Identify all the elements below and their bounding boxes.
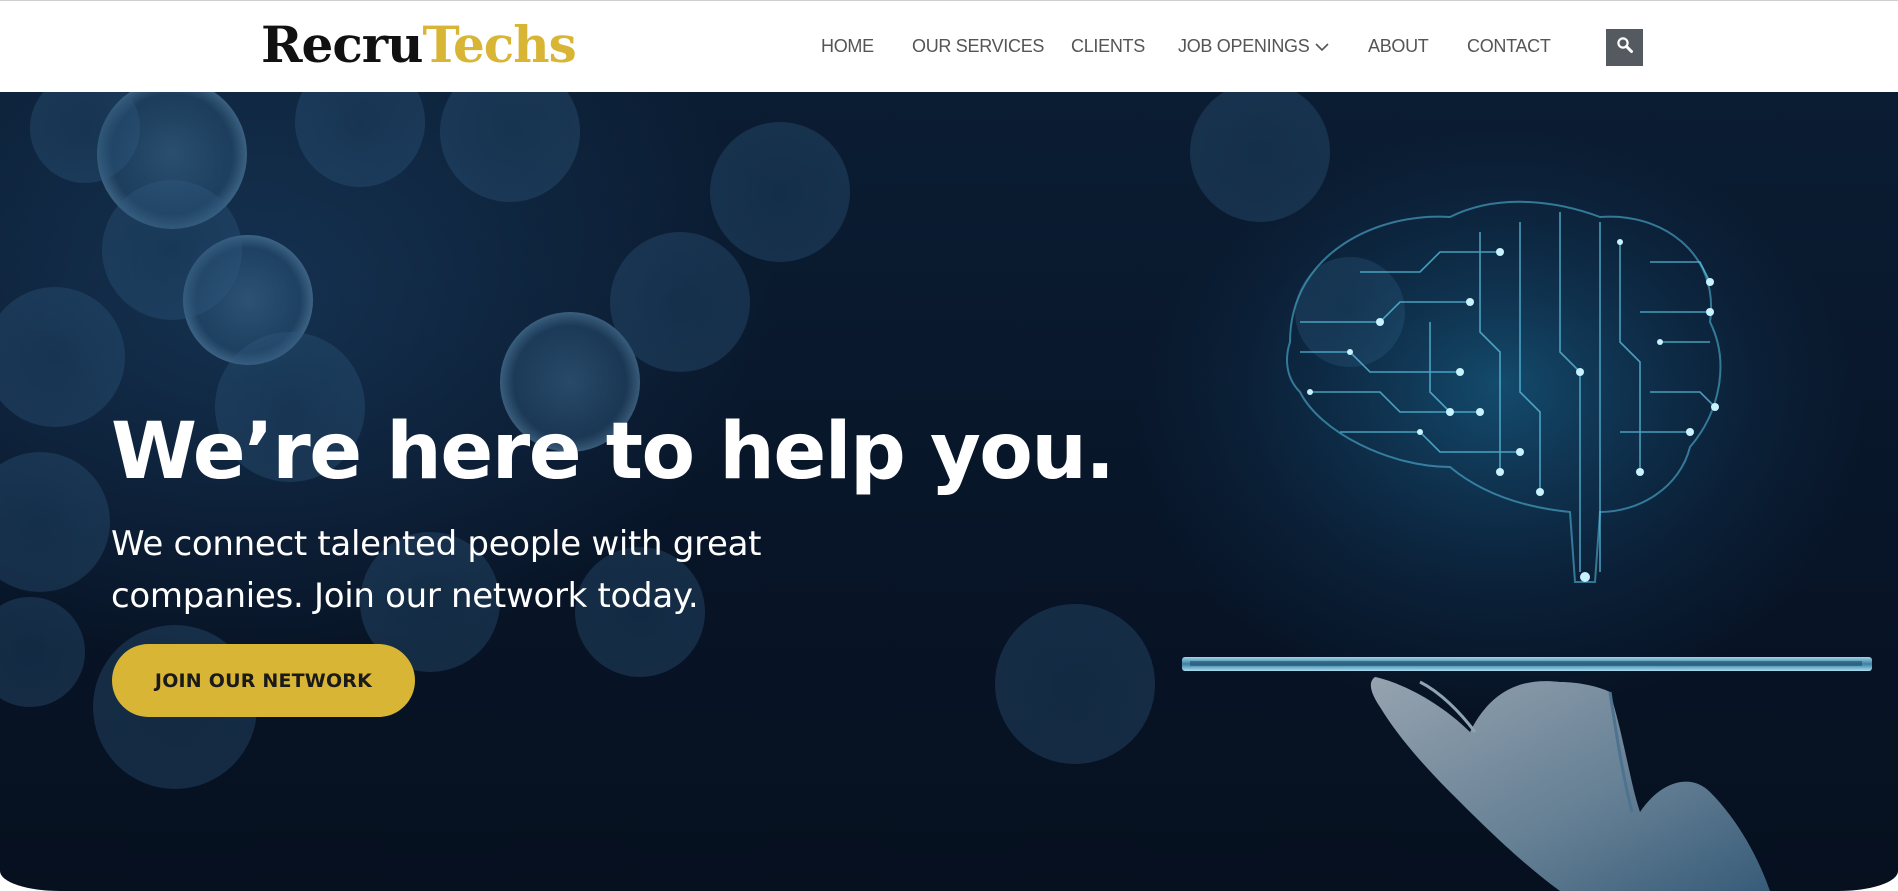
- nav-home[interactable]: HOME: [821, 31, 874, 61]
- nav-about[interactable]: ABOUT: [1368, 31, 1429, 61]
- circuit-brain-illustration: [1180, 132, 1820, 632]
- nav-our-services[interactable]: OUR SERVICES: [912, 31, 1044, 61]
- hero-subtitle: We connect talented people with great co…: [111, 518, 871, 622]
- nav-contact[interactable]: CONTACT: [1467, 31, 1551, 61]
- site-logo[interactable]: RecruTechs: [261, 15, 577, 75]
- search-button[interactable]: [1606, 29, 1643, 66]
- tablet-illustration: [1182, 657, 1872, 671]
- site-header: RecruTechs HOME OUR SERVICES CLIENTS JOB…: [0, 0, 1898, 92]
- search-icon: [1616, 36, 1634, 59]
- logo-text-part1: Recru: [261, 15, 424, 74]
- nav-job-openings[interactable]: JOB OPENINGS: [1178, 31, 1330, 61]
- nav-job-openings-label: JOB OPENINGS: [1178, 36, 1310, 56]
- chevron-down-icon: [1315, 31, 1330, 61]
- logo-text-part2: Techs: [422, 15, 577, 74]
- nav-clients[interactable]: CLIENTS: [1071, 31, 1145, 61]
- hero-banner: We’re here to help you. We connect talen…: [0, 92, 1898, 891]
- hand-illustration: [1370, 677, 1770, 891]
- hero-subtitle-line1: We connect talented people with great: [111, 524, 762, 564]
- hero-title: We’re here to help you.: [111, 407, 1115, 497]
- join-network-button[interactable]: JOIN OUR NETWORK: [112, 644, 415, 717]
- hero-subtitle-line2: companies. Join our network today.: [111, 576, 699, 616]
